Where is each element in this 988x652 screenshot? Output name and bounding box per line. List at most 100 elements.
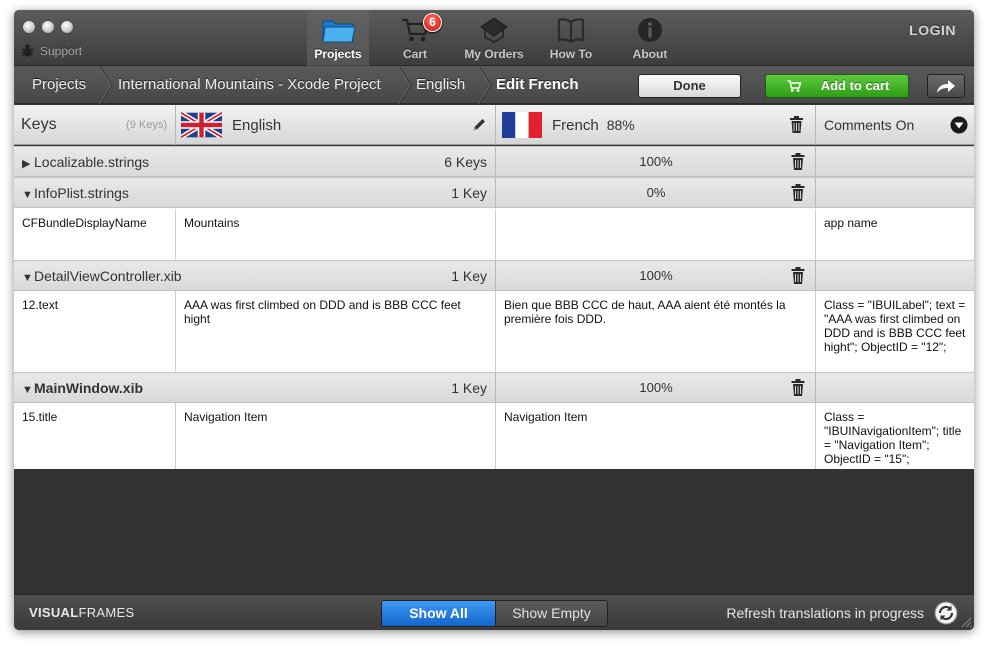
footer-bar: VISUALFRAMES Show All Show Empty Refresh… [14,594,974,630]
group-key-count: 1 Key [451,268,487,284]
pencil-icon[interactable] [471,117,487,133]
toolbar-about-label: About [632,47,668,61]
show-empty-button[interactable]: Show Empty [495,601,607,626]
dropdown-circle-icon[interactable] [950,116,968,134]
group-row[interactable]: ▶ Localizable.strings 6 Keys 100% [14,146,974,177]
trash-icon[interactable] [789,116,804,134]
trash-icon[interactable] [790,267,806,285]
add-to-cart-button[interactable]: Add to cart [765,74,909,98]
trash-icon[interactable] [790,379,806,397]
table-row[interactable]: 12.text AAA was first climbed on DDD and… [14,291,974,372]
group-progress: 100% [639,154,673,169]
group-key-count: 1 Key [451,380,487,396]
share-arrow-icon [937,80,955,93]
target-language-label: French [552,116,599,134]
keys-column-header: Keys (9 Keys) [21,105,173,145]
keys-header-label: Keys [21,116,57,133]
disclosure-collapsed-icon[interactable]: ▶ [22,149,34,179]
group-key-count: 6 Keys [444,154,487,170]
breadcrumb-separator-icon [398,66,412,104]
breadcrumb-separator-icon [478,66,492,104]
support-label: Support [40,43,83,58]
group-row[interactable]: ▼InfoPlist.strings 1 Key 0% [14,177,974,208]
empty-area [14,469,974,594]
login-button[interactable]: LOGIN [909,22,956,38]
done-button[interactable]: Done [638,74,741,98]
toolbar-about[interactable]: About [625,10,675,66]
refresh-status: Refresh translations in progress [726,605,924,621]
group-name: DetailViewController.xib [34,268,182,284]
comments-header-label: Comments On [824,117,915,133]
bug-icon [21,44,34,57]
keys-count: (9 Keys) [126,119,167,131]
key-cell: 12.text [14,291,176,372]
key-cell: CFBundleDisplayName [14,209,176,260]
comment-cell: Class = "IBUINavigationItem"; title = "N… [824,410,962,466]
table-row[interactable]: 15.title Navigation Item Navigation Item… [14,403,974,469]
zoom-window-button[interactable] [61,21,73,33]
toolbar-how-to[interactable]: How To [545,10,597,66]
support-link[interactable]: Support [20,43,82,58]
source-language-label: English [232,116,282,134]
target-language-progress: 88% [606,117,635,133]
uk-flag-icon [181,112,222,138]
brand-logo: VISUALFRAMES [29,605,134,620]
target-language-column-header: French 88% [502,105,814,145]
refresh-icon[interactable] [934,601,958,625]
breadcrumb-projects[interactable]: Projects [32,66,86,104]
minimize-window-button[interactable] [42,21,54,33]
group-name: InfoPlist.strings [34,185,129,201]
table-row[interactable]: CFBundleDisplayName Mountains app name [14,209,974,260]
toolbar-my-orders-label: My Orders [464,47,524,61]
toolbar-projects[interactable]: Projects [307,10,369,66]
toolbar-projects-label: Projects [314,47,362,61]
breadcrumb-current: Edit French [496,76,579,93]
group-row[interactable]: ▼DetailViewController.xib 1 Key 100% [14,260,974,291]
group-name: MainWindow.xib [34,380,144,396]
breadcrumb-separator-icon [99,66,113,104]
trash-icon[interactable] [790,184,806,202]
close-window-button[interactable] [23,21,35,33]
comments-column-header: Comments On [824,105,972,145]
orders-icon [480,17,508,44]
translation-cell[interactable] [496,209,816,260]
show-all-button[interactable]: Show All [382,601,495,626]
brand-light: FRAMES [78,605,135,620]
breadcrumb-language[interactable]: English [416,66,465,104]
source-cell: AAA was first climbed on DDD and is BBB … [176,291,496,372]
add-to-cart-label: Add to cart [820,78,890,93]
group-progress: 0% [646,185,666,200]
info-icon [638,18,662,42]
resize-grip-icon[interactable] [960,616,972,628]
toolbar-cart-label: Cart [402,47,427,61]
group-key-count: 1 Key [451,185,487,201]
translation-cell[interactable]: Navigation Item [496,403,816,469]
group-progress: 100% [639,380,673,395]
column-header-row: Keys (9 Keys) English French 88% Comment… [14,105,974,145]
folder-icon [322,20,356,43]
strings-table: ▶ Localizable.strings 6 Keys 100% ▼InfoPl… [14,146,974,469]
group-name: Localizable.strings [34,154,150,170]
disclosure-expanded-icon[interactable]: ▼ [22,375,34,405]
disclosure-expanded-icon[interactable]: ▼ [22,263,34,293]
toolbar-how-to-label: How To [549,47,593,61]
source-language-column-header: English [181,105,495,145]
filter-segmented-control: Show All Show Empty [381,600,608,627]
share-button[interactable] [927,74,965,98]
source-cell: Mountains [176,209,496,260]
cart-icon [787,80,802,92]
app-window: Support Projects Cart 6 My Orders How To… [14,10,974,630]
brand-bold: VISUAL [29,605,79,620]
breadcrumb: Projects International Mountains - Xcode… [14,66,974,104]
breadcrumb-project[interactable]: International Mountains - Xcode Project [118,66,381,104]
disclosure-expanded-icon[interactable]: ▼ [22,180,34,210]
comment-cell: Class = "IBUILabel"; text = "AAA was fir… [824,298,966,354]
trash-icon[interactable] [790,153,806,171]
key-cell: 15.title [14,403,176,469]
toolbar-my-orders[interactable]: My Orders [461,10,527,66]
comment-cell: app name [824,216,878,230]
group-row[interactable]: ▼MainWindow.xib 1 Key 100% [14,372,974,403]
group-progress: 100% [639,268,673,283]
source-cell: Navigation Item [176,403,496,469]
translation-cell[interactable]: Bien que BBB CCC de haut, AAA aient été … [496,291,816,372]
